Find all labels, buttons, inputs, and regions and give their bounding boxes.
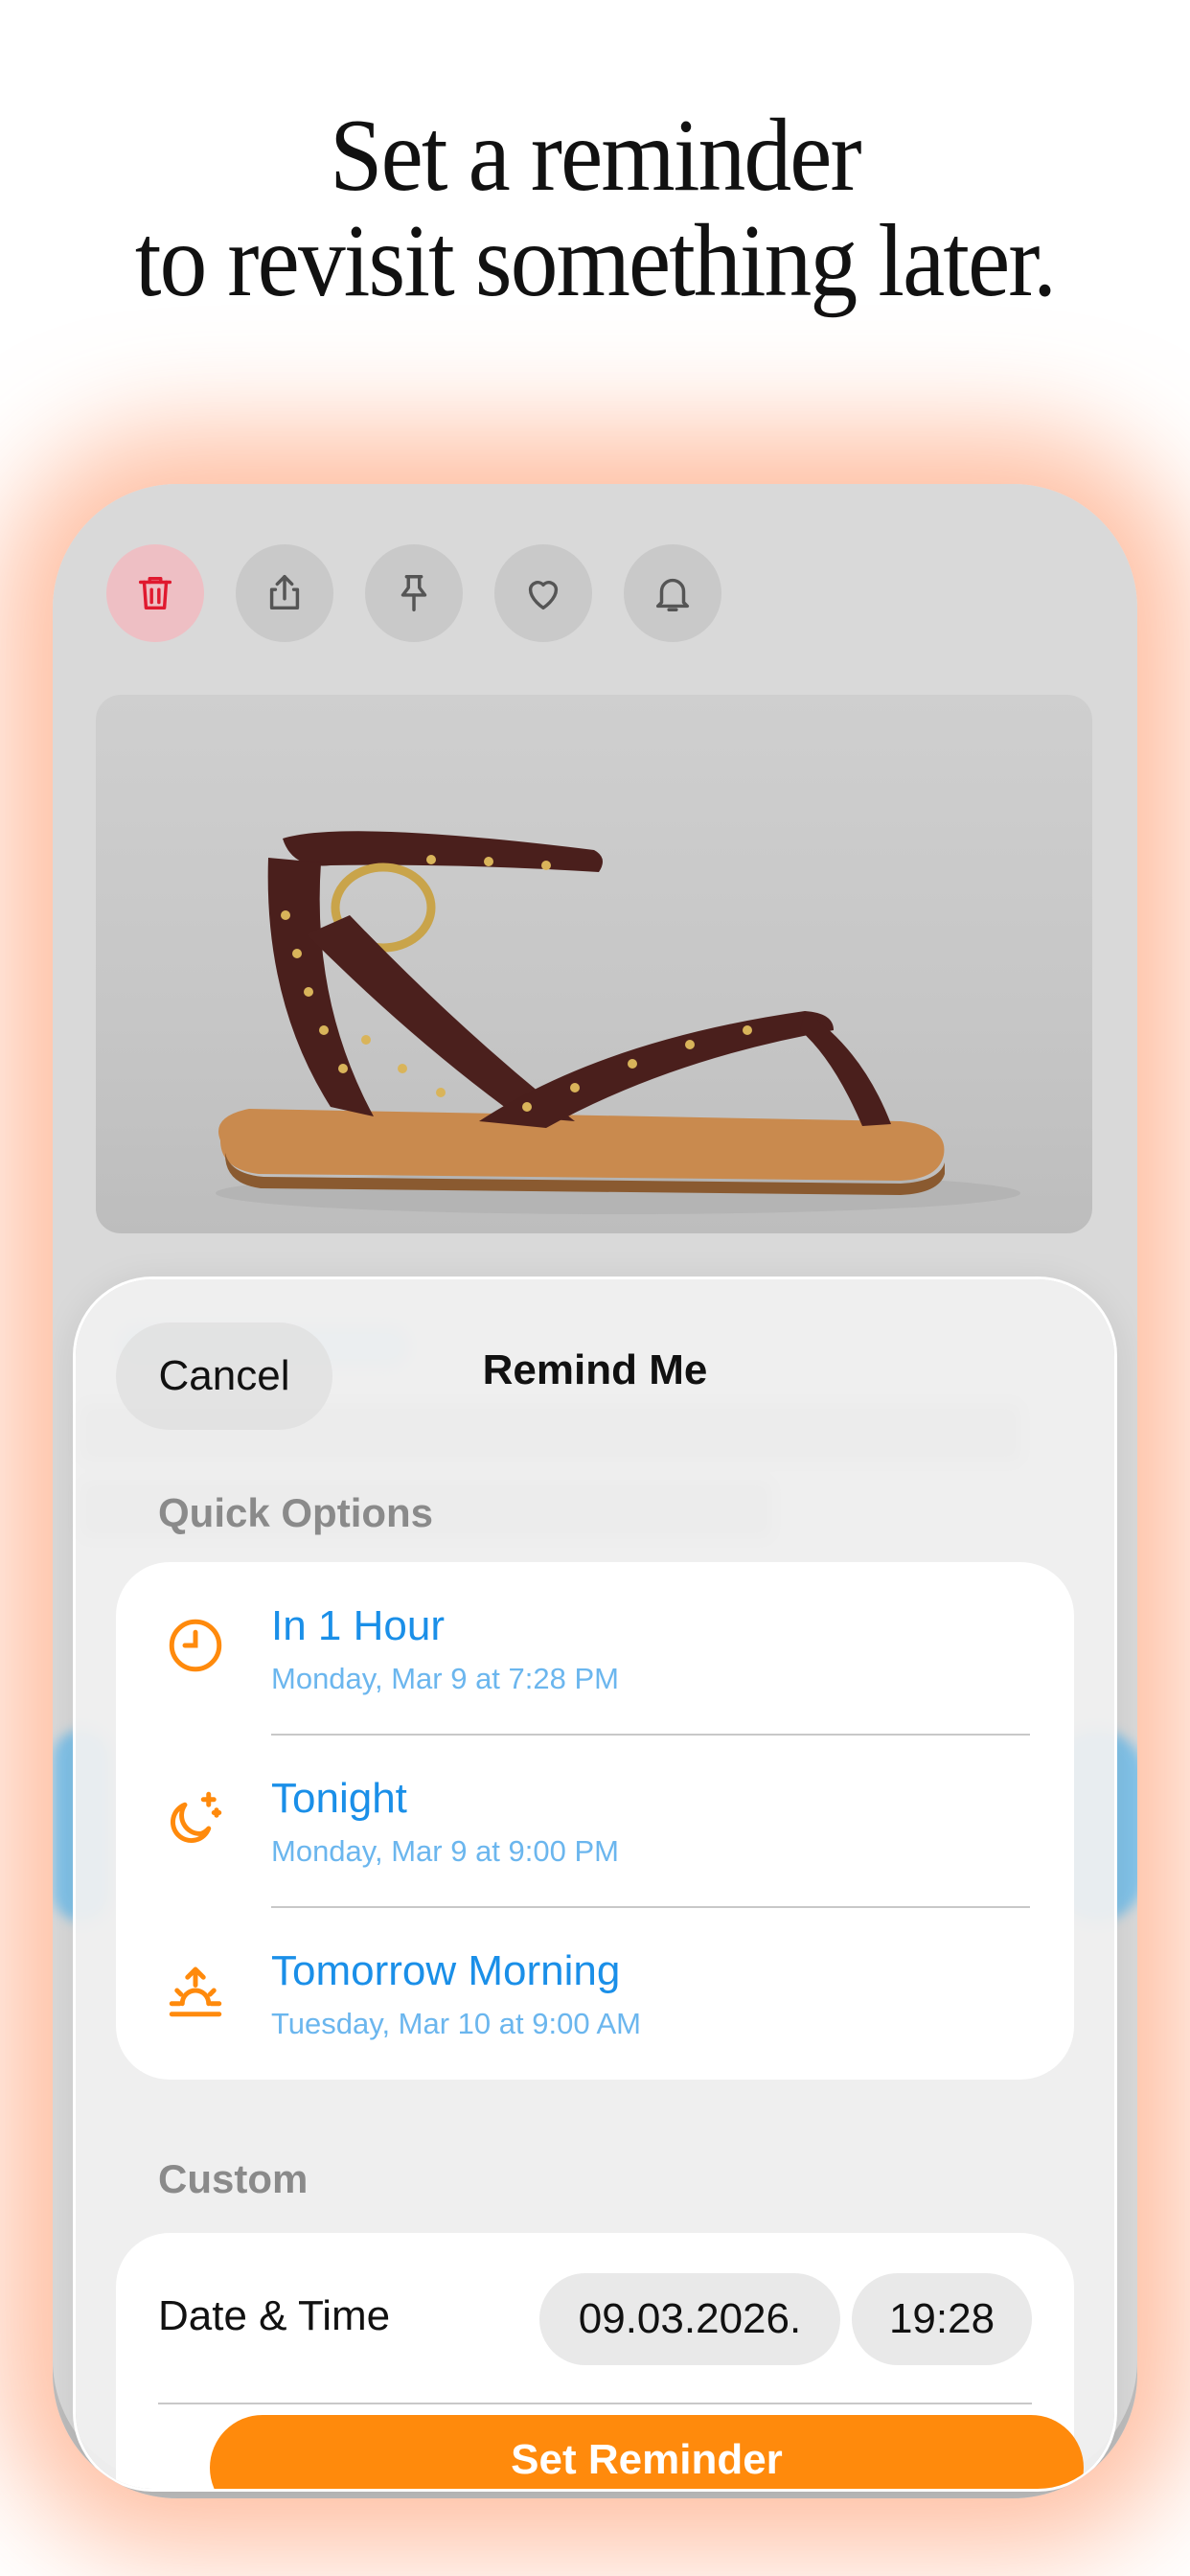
share-button[interactable] [236,544,333,642]
phone-screen: Cancel Remind Me Quick Options In 1 Hour… [53,484,1137,2498]
share-icon [269,575,300,610]
bell-icon [655,578,690,611]
quick-option-subtitle: Monday, Mar 9 at 9:00 PM [271,1834,619,1868]
sandal-illustration [216,831,1020,1214]
headline-line-1: Set a reminder [330,99,861,213]
reminder-button[interactable] [624,544,721,642]
quick-option-title: Tonight [271,1775,407,1822]
favorite-button[interactable] [494,544,592,642]
quick-options-card: In 1 Hour Monday, Mar 9 at 7:28 PM Tonig… [116,1562,1074,2080]
custom-divider [158,2403,1032,2404]
quick-option-tonight[interactable]: Tonight Monday, Mar 9 at 9:00 PM [116,1735,1074,1907]
clock-icon [169,1619,222,1672]
heart-icon [528,581,559,610]
sunrise-icon [169,1966,222,2017]
quick-option-title: In 1 Hour [271,1602,445,1649]
quick-option-subtitle: Monday, Mar 9 at 7:28 PM [271,1662,619,1695]
quick-option-tomorrow-morning[interactable]: Tomorrow Morning Tuesday, Mar 10 at 9:00… [116,1907,1074,2080]
quick-option-title: Tomorrow Morning [271,1947,621,1994]
pin-button[interactable] [365,544,463,642]
delete-button[interactable] [106,544,204,642]
moon-stars-icon [171,1791,222,1843]
headline-line-2: to revisit something later. [134,204,1057,318]
trash-icon [138,576,172,610]
custom-label: Custom [158,2156,309,2201]
date-time-label: Date & Time [158,2292,391,2339]
remind-me-sheet: Cancel Remind Me Quick Options In 1 Hour… [76,1279,1114,2489]
time-picker[interactable]: 19:28 [852,2273,1032,2365]
quick-options-label: Quick Options [158,1490,434,1535]
pin-icon [400,575,427,611]
product-image [96,695,1092,1233]
quick-option-in-1-hour[interactable]: In 1 Hour Monday, Mar 9 at 7:28 PM [116,1562,1074,1735]
headline: Set a reminder to revisit something late… [48,104,1143,314]
quick-option-subtitle: Tuesday, Mar 10 at 9:00 AM [271,2007,641,2040]
date-picker[interactable]: 09.03.2026. [539,2273,840,2365]
sheet-title: Remind Me [482,1346,708,1393]
item-toolbar [106,544,721,642]
set-reminder-button[interactable]: Set Reminder [210,2415,1084,2489]
